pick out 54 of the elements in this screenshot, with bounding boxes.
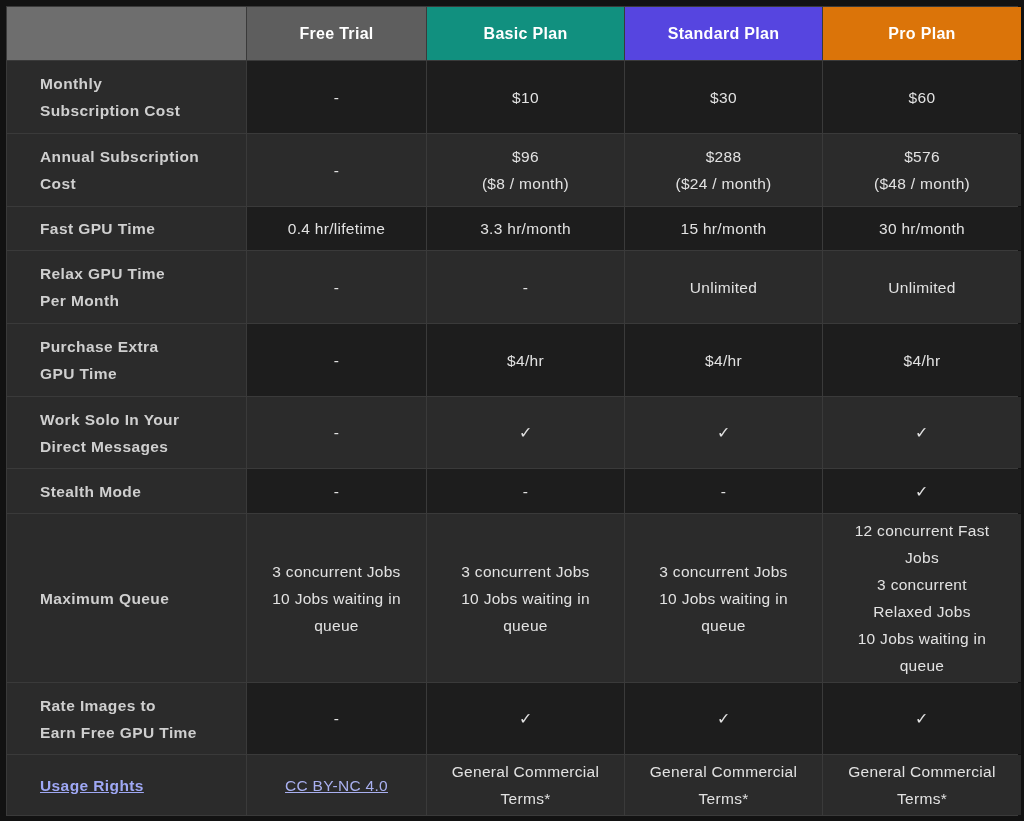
table-cell: 12 concurrent Fast Jobs 3 concurrent Relaxed Jobs 10 Jobs waiting in queue — [823, 514, 1021, 682]
table-cell: Unlimited — [625, 251, 822, 323]
table-cell: - — [247, 324, 426, 396]
table-cell: General Commercial Terms* — [427, 755, 624, 815]
table-cell: 15 hr/month — [625, 207, 822, 250]
row-label: Maximum Queue — [7, 514, 246, 682]
table-cell: 3.3 hr/month — [427, 207, 624, 250]
row-label: Work Solo In Your Direct Messages — [7, 397, 246, 468]
row-label: Purchase Extra GPU Time — [7, 324, 246, 396]
table-cell: $96 ($8 / month) — [427, 134, 624, 206]
table-cell: ✓ — [427, 397, 624, 468]
license-link[interactable]: CC BY-NC 4.0 — [285, 776, 388, 794]
plan-header: Standard Plan — [625, 7, 822, 60]
table-cell: $4/hr — [625, 324, 822, 396]
table-cell: $288 ($24 / month) — [625, 134, 822, 206]
table-cell: 30 hr/month — [823, 207, 1021, 250]
table-cell: ✓ — [427, 683, 624, 754]
row-label: Annual Subscription Cost — [7, 134, 246, 206]
table-cell: ✓ — [823, 397, 1021, 468]
table-cell: General Commercial Terms* — [823, 755, 1021, 815]
table-cell: - — [247, 61, 426, 133]
table-cell: ✓ — [625, 683, 822, 754]
row-label: Rate Images to Earn Free GPU Time — [7, 683, 246, 754]
table-cell: $60 — [823, 61, 1021, 133]
table-cell: ✓ — [625, 397, 822, 468]
table-cell: - — [247, 683, 426, 754]
table-cell: $30 — [625, 61, 822, 133]
usage-rights-link[interactable]: Usage Rights — [40, 776, 144, 794]
table-cell: 3 concurrent Jobs 10 Jobs waiting in queue — [247, 514, 426, 682]
table-cell: ✓ — [823, 683, 1021, 754]
table-cell: 0.4 hr/lifetime — [247, 207, 426, 250]
table-cell: $4/hr — [823, 324, 1021, 396]
table-cell: $576 ($48 / month) — [823, 134, 1021, 206]
table-cell: General Commercial Terms* — [625, 755, 822, 815]
table-cell: $10 — [427, 61, 624, 133]
table-cell: - — [247, 397, 426, 468]
table-cell: - — [247, 134, 426, 206]
row-label: Relax GPU Time Per Month — [7, 251, 246, 323]
plan-header: Pro Plan — [823, 7, 1021, 60]
table-cell: - — [427, 469, 624, 513]
row-label: Stealth Mode — [7, 469, 246, 513]
table-cell: 3 concurrent Jobs 10 Jobs waiting in queue — [427, 514, 624, 682]
table-cell: ✓ — [823, 469, 1021, 513]
table-cell: - — [247, 469, 426, 513]
table-cell: Unlimited — [823, 251, 1021, 323]
table-cell: - — [247, 251, 426, 323]
table-cell: 3 concurrent Jobs 10 Jobs waiting in queue — [625, 514, 822, 682]
plan-header: Basic Plan — [427, 7, 624, 60]
table-cell: - — [427, 251, 624, 323]
table-cell: - — [625, 469, 822, 513]
table-cell: $4/hr — [427, 324, 624, 396]
plan-header: Free Trial — [247, 7, 426, 60]
row-label: Fast GPU Time — [7, 207, 246, 250]
row-label: Monthly Subscription Cost — [7, 61, 246, 133]
